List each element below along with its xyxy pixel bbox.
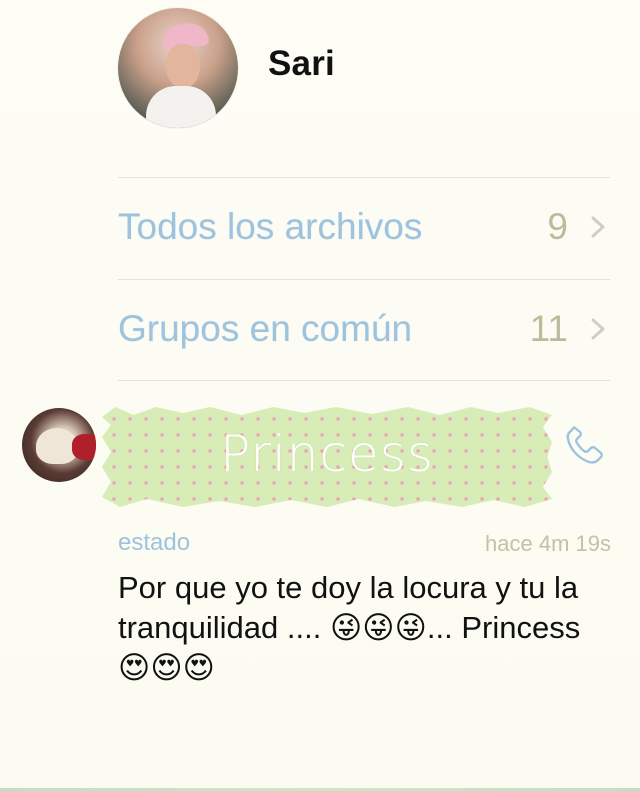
avatar-red-shape bbox=[72, 434, 96, 460]
all-files-label: Todos los archivos bbox=[118, 206, 423, 247]
groups-in-common-label: Grupos en común bbox=[118, 308, 413, 349]
chevron-right-icon bbox=[591, 318, 605, 340]
contact-name: Sari bbox=[268, 44, 335, 83]
status-avatar[interactable] bbox=[22, 408, 96, 482]
status-banner: Princess bbox=[102, 407, 552, 507]
status-label: estado bbox=[118, 529, 191, 556]
chevron-right-icon bbox=[591, 216, 605, 238]
groups-in-common-count: 11 bbox=[529, 308, 568, 349]
status-text: Por que yo te doy la locura y tu la tran… bbox=[118, 570, 581, 685]
all-files-row[interactable]: Todos los archivos 9 bbox=[118, 178, 610, 278]
contact-avatar[interactable] bbox=[118, 8, 238, 128]
divider bbox=[118, 380, 610, 381]
phone-icon[interactable] bbox=[561, 424, 607, 470]
avatar-shirt-shape bbox=[146, 86, 216, 128]
status-banner-text: Princess bbox=[220, 425, 434, 483]
avatar-face-shape bbox=[166, 44, 200, 88]
status-time: hace 4m 19s bbox=[485, 531, 611, 556]
contact-info-screen: Sari Todos los archivos 9 Grupos en comú… bbox=[0, 0, 640, 791]
all-files-count: 9 bbox=[547, 206, 568, 247]
groups-in-common-row[interactable]: Grupos en común 11 bbox=[118, 280, 610, 380]
